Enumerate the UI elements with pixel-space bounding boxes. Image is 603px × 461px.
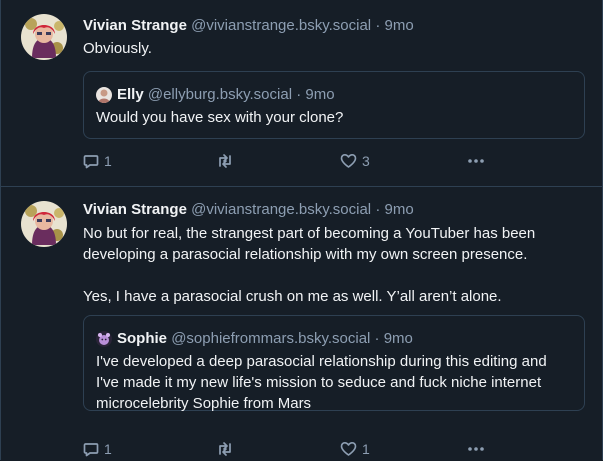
quote-avatar xyxy=(96,330,112,347)
quote-header: Elly @ellyburg.bsky.social · 9mo xyxy=(96,86,335,103)
post-actions: 1 3 xyxy=(83,153,503,173)
post-paragraph: Obviously. xyxy=(83,40,152,57)
author-name[interactable]: Vivian Strange xyxy=(83,201,187,218)
quoted-post[interactable]: Elly @ellyburg.bsky.social · 9mo Would y… xyxy=(83,71,585,139)
reply-button[interactable]: 1 xyxy=(83,441,112,457)
reply-button[interactable]: 1 xyxy=(83,153,112,169)
reply-icon xyxy=(83,155,99,169)
more-icon xyxy=(468,159,484,163)
post-actions: 1 1 xyxy=(83,441,503,461)
separator: · xyxy=(375,17,381,34)
more-options-button[interactable] xyxy=(467,441,485,457)
quote-timestamp: 9mo xyxy=(305,86,335,103)
avatar[interactable] xyxy=(21,14,67,60)
separator: · xyxy=(374,330,380,347)
quote-author-handle: @sophiefrommars.bsky.social xyxy=(171,330,371,347)
quote-avatar xyxy=(96,86,112,103)
reply-icon xyxy=(83,443,99,457)
quote-text: I've developed a deep parasocial relatio… xyxy=(96,353,547,412)
reply-count: 1 xyxy=(104,153,112,169)
quote-author-handle: @ellyburg.bsky.social xyxy=(147,86,293,103)
post[interactable]: Vivian Strange @vivianstrange.bsky.socia… xyxy=(1,186,602,461)
timestamp[interactable]: 9mo xyxy=(384,201,413,218)
separator: · xyxy=(375,201,381,218)
author-name[interactable]: Vivian Strange xyxy=(83,17,187,34)
quote-author-name: Sophie xyxy=(117,330,168,347)
repost-icon xyxy=(219,154,231,168)
more-icon xyxy=(468,447,484,451)
post[interactable]: Vivian Strange @vivianstrange.bsky.socia… xyxy=(1,0,602,186)
like-icon xyxy=(340,154,357,168)
post-header: Vivian Strange @vivianstrange.bsky.socia… xyxy=(83,201,414,218)
repost-icon xyxy=(219,442,231,456)
like-count: 3 xyxy=(362,153,370,169)
post-paragraph: Yes, I have a parasocial crush on me as … xyxy=(83,288,502,305)
post-paragraph: No but for real, the strangest part of b… xyxy=(83,225,536,263)
repost-button[interactable] xyxy=(216,441,239,457)
quote-timestamp: 9mo xyxy=(383,330,413,347)
quote-text: Would you have sex with your clone? xyxy=(96,109,344,126)
repost-button[interactable] xyxy=(216,153,239,169)
post-header: Vivian Strange @vivianstrange.bsky.socia… xyxy=(83,17,414,34)
avatar[interactable] xyxy=(21,201,67,247)
quote-header: Sophie @sophiefrommars.bsky.social · 9mo xyxy=(96,330,413,347)
like-button[interactable]: 3 xyxy=(340,153,370,169)
separator: · xyxy=(296,86,302,103)
like-button[interactable]: 1 xyxy=(340,441,370,457)
author-handle[interactable]: @vivianstrange.bsky.social xyxy=(191,17,371,34)
post-text: No but for real, the strangest part of b… xyxy=(83,223,588,307)
more-options-button[interactable] xyxy=(467,153,485,169)
like-icon xyxy=(340,442,357,456)
like-count: 1 xyxy=(362,441,370,457)
timestamp[interactable]: 9mo xyxy=(384,17,413,34)
post-text: Obviously. xyxy=(83,38,588,59)
reply-count: 1 xyxy=(104,441,112,457)
quoted-post[interactable]: Sophie @sophiefrommars.bsky.social · 9mo… xyxy=(83,315,585,412)
quote-author-name: Elly xyxy=(117,86,144,103)
author-handle[interactable]: @vivianstrange.bsky.social xyxy=(191,201,371,218)
